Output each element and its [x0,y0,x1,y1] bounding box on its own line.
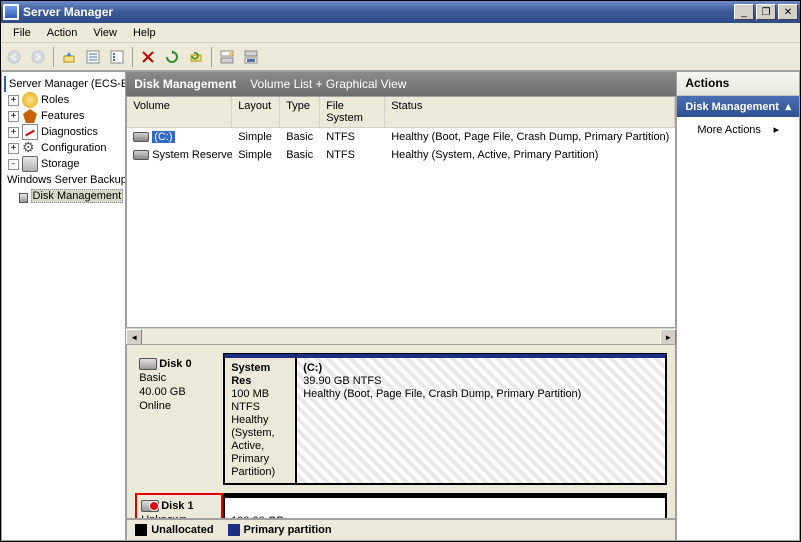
drive-icon [133,150,149,160]
toolbar-sep [53,47,54,67]
scroll-right-icon[interactable]: ► [660,329,676,345]
rescan-button[interactable] [185,46,207,68]
tree-diagnostics[interactable]: +Diagnostics [4,124,123,140]
legend-unallocated-swatch [135,524,147,536]
menu-view[interactable]: View [85,25,125,41]
col-status[interactable]: Status [385,97,675,127]
disk-mgmt-icon [19,193,28,203]
window-title: Server Manager [23,5,732,19]
disk-graphical-view[interactable]: Disk 0 Basic 40.00 GB Online System Res … [126,344,676,519]
disk-info: Disk 0 Basic 40.00 GB Online [135,353,223,485]
partition-c[interactable]: (C:) 39.90 GB NTFS Healthy (Boot, Page F… [296,354,666,484]
expand-icon[interactable]: + [8,127,19,138]
tree-storage[interactable]: -Storage [4,156,123,172]
minimize-button[interactable]: _ [734,4,754,20]
scroll-left-icon[interactable]: ◄ [126,329,142,345]
col-type[interactable]: Type [280,97,320,127]
col-layout[interactable]: Layout [232,97,280,127]
collapse-icon[interactable]: - [8,159,19,170]
menu-file[interactable]: File [5,25,39,41]
h-scrollbar[interactable]: ◄ ► [126,328,676,344]
tree-features[interactable]: +Features [4,108,123,124]
volume-header: Volume Layout Type File System Status [127,97,675,128]
expand-icon[interactable]: + [8,95,19,106]
partition-system-reserved[interactable]: System Res 100 MB NTFS Healthy (System, … [224,354,296,484]
storage-icon [22,156,38,172]
configuration-icon [22,140,38,156]
disk-row[interactable]: Disk 1 Unknown 100.00 GB Offlinei Help 1… [135,493,667,519]
content-title: Disk Management [134,77,236,91]
toolbar [1,43,800,71]
title-bar: Server Manager _ ❐ ✕ [1,1,800,23]
tree-roles[interactable]: +Roles [4,92,123,108]
disk-icon [139,358,157,370]
expand-icon[interactable]: + [8,111,19,122]
tree-backup[interactable]: Windows Server Backup [4,172,123,188]
menu-action[interactable]: Action [39,25,86,41]
chevron-right-icon: ▸ [773,123,779,136]
view-top-button[interactable] [216,46,238,68]
chevron-up-icon: ▴ [785,100,791,113]
app-icon [3,4,19,20]
content-header: Disk Management Volume List + Graphical … [126,72,676,96]
partition-unallocated[interactable]: 100.00 GB Unallocated [224,494,666,519]
diagnostics-icon [22,124,38,140]
disk-error-icon [141,500,159,512]
disk-info: Disk 1 Unknown 100.00 GB Offlinei Help [135,493,223,519]
delete-button[interactable] [137,46,159,68]
volume-row[interactable]: (C:) Simple Basic NTFS Healthy (Boot, Pa… [127,128,675,146]
actions-header: Actions [677,72,799,96]
col-filesystem[interactable]: File System [320,97,385,127]
features-icon [22,108,38,124]
tree-root[interactable]: Server Manager (ECS-EN-FQY) [4,76,123,92]
roles-icon [22,92,38,108]
legend: Unallocated Primary partition [126,519,676,541]
actions-more[interactable]: More Actions ▸ [677,117,799,142]
content-subtitle: Volume List + Graphical View [250,77,406,91]
toolbar-sep [132,47,133,67]
view-bottom-button[interactable] [240,46,262,68]
disk-row[interactable]: Disk 0 Basic 40.00 GB Online System Res … [135,353,667,485]
volume-row[interactable]: System Reserved Simple Basic NTFS Health… [127,146,675,164]
legend-primary-swatch [228,524,240,536]
menu-help[interactable]: Help [125,25,164,41]
properties-button[interactable] [82,46,104,68]
list-button[interactable] [106,46,128,68]
menu-bar: File Action View Help [1,23,800,43]
tree-disk-management[interactable]: Disk Management [4,188,123,204]
volume-list[interactable]: Volume Layout Type File System Status (C… [126,96,676,328]
actions-section-disk-management[interactable]: Disk Management ▴ [677,96,799,117]
nav-back-button[interactable] [3,46,25,68]
refresh-button[interactable] [161,46,183,68]
drive-icon [133,132,149,142]
nav-tree[interactable]: Server Manager (ECS-EN-FQY) +Roles +Feat… [1,71,126,541]
tree-configuration[interactable]: +Configuration [4,140,123,156]
up-button[interactable] [58,46,80,68]
nav-forward-button[interactable] [27,46,49,68]
actions-pane: Actions Disk Management ▴ More Actions ▸ [676,71,800,541]
maximize-button[interactable]: ❐ [756,4,776,20]
server-icon [4,76,6,92]
toolbar-sep [211,47,212,67]
col-volume[interactable]: Volume [127,97,232,127]
close-button[interactable]: ✕ [778,4,798,20]
expand-icon[interactable]: + [8,143,19,154]
